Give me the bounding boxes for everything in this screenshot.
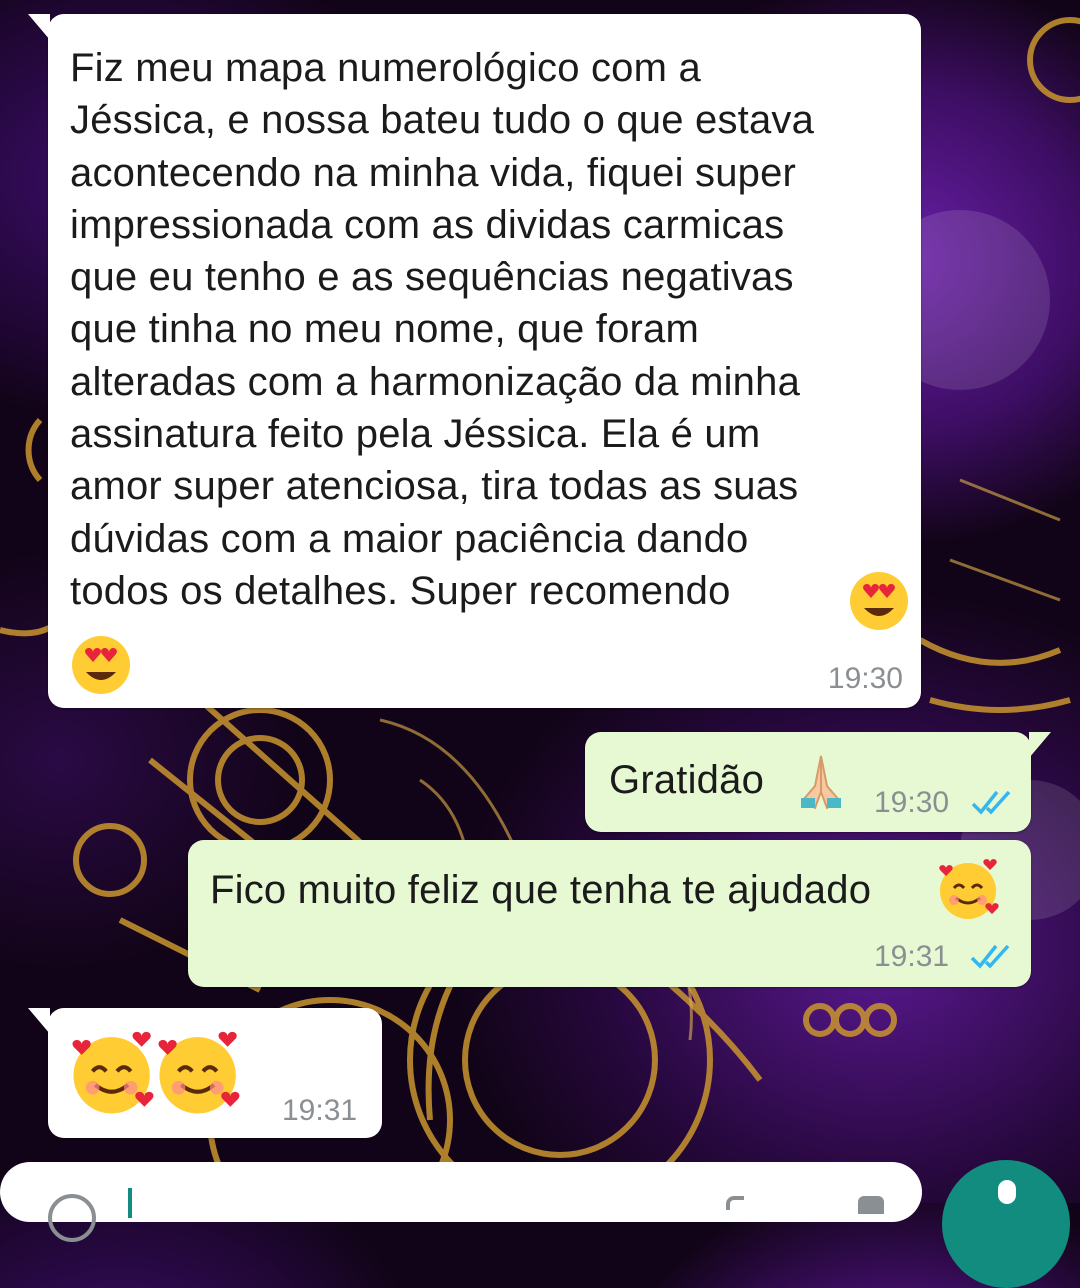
mic-button[interactable] (942, 1160, 1070, 1288)
message-text: Fiz meu mapa numerológico com a Jéssica,… (70, 46, 815, 613)
incoming-message-bubble[interactable]: 19:31 (28, 1008, 382, 1138)
outgoing-message-bubble[interactable]: Fico muito feliz que tenha te ajudado 19… (188, 840, 1031, 987)
smiling-with-hearts-emoji-icon (68, 1030, 158, 1123)
mic-icon (998, 1180, 1016, 1204)
message-timestamp: 19:31 (874, 940, 950, 973)
camera-icon[interactable] (858, 1196, 884, 1214)
text-cursor (128, 1188, 132, 1218)
heart-eyes-emoji-icon (70, 634, 132, 701)
double-check-icon (970, 942, 1014, 975)
heart-eyes-emoji-icon (848, 570, 910, 637)
bubble-tail (28, 14, 50, 40)
attach-icon[interactable] (726, 1196, 744, 1210)
smiling-with-hearts-emoji-icon (936, 858, 1002, 927)
message-timestamp: 19:30 (874, 786, 950, 819)
message-timestamp: 19:30 (827, 662, 903, 695)
message-text: Fico muito feliz que tenha te ajudado (210, 868, 872, 912)
double-check-icon (971, 788, 1015, 821)
emoji-picker-icon[interactable] (48, 1194, 96, 1242)
folded-hands-emoji-icon (795, 752, 847, 817)
outgoing-message-bubble[interactable]: Gratidão 19:30 (585, 732, 1051, 832)
message-text: Gratidão (609, 758, 765, 802)
smiling-with-hearts-emoji-icon (154, 1030, 244, 1123)
bubble-tail (1029, 732, 1051, 758)
message-timestamp: 19:31 (282, 1094, 358, 1127)
bubble-tail (28, 1008, 50, 1034)
message-input-bar[interactable] (0, 1162, 922, 1242)
incoming-message-bubble[interactable]: Fiz meu mapa numerológico com a Jéssica,… (28, 14, 921, 708)
